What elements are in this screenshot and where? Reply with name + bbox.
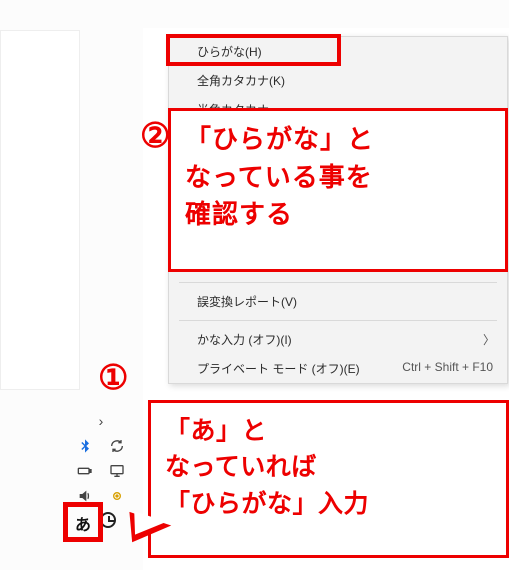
menu-item-hiragana[interactable]: ひらがな(H) [169,37,507,66]
menu-item-private-mode[interactable]: プライベート モード (オフ)(E) Ctrl + Shift + F10 [169,354,507,383]
callout-text-line: 確認する [185,196,491,234]
callout-text-line: 「ひらがな」入力 [165,486,492,522]
menu-item-label: プライベート モード (オフ)(E) [197,362,360,376]
battery-icon[interactable] [73,460,97,482]
menu-item-label: 誤変換レポート(V) [197,295,297,309]
callout-a-hiragana: 「あ」と なっていれば 「ひらがな」入力 [148,400,509,558]
callout-text-line: 「ひらがな」と [185,121,491,159]
menu-item-label: ひらがな(H) [197,45,262,59]
sync-icon[interactable] [105,435,129,457]
system-tray: › [70,410,132,507]
menu-item-misreport[interactable]: 誤変換レポート(V) [169,287,507,316]
volume-icon[interactable] [73,485,97,507]
callout-text-line: 「あ」と [165,413,492,449]
background-panel [0,30,80,390]
callout-text-line: なっていれば [165,449,492,485]
annotation-number-1: ① [98,358,128,398]
menu-item-kana-input[interactable]: かな入力 (オフ)(I) 〉 [169,325,507,354]
ime-mode-indicator[interactable]: あ [72,512,94,534]
menu-item-label: かな入力 (オフ)(I) [197,333,292,347]
tray-expand-icon[interactable]: › [73,410,129,432]
menu-shortcut: Ctrl + Shift + F10 [402,360,493,374]
callout-confirm-hiragana: 「ひらがな」と なっている事を 確認する [168,108,508,272]
chevron-right-icon: 〉 [483,331,495,348]
annotation-number-2: ② [140,116,170,156]
clock-icon[interactable] [100,512,116,528]
location-icon[interactable] [105,485,129,507]
bluetooth-icon[interactable] [73,435,97,457]
network-icon[interactable] [105,460,129,482]
menu-item-fullwidth-katakana[interactable]: 全角カタカナ(K) [169,66,507,95]
menu-item-label: 全角カタカナ(K) [197,74,285,88]
callout-text-line: なっている事を [185,159,491,197]
menu-separator [179,282,497,283]
menu-separator [179,320,497,321]
